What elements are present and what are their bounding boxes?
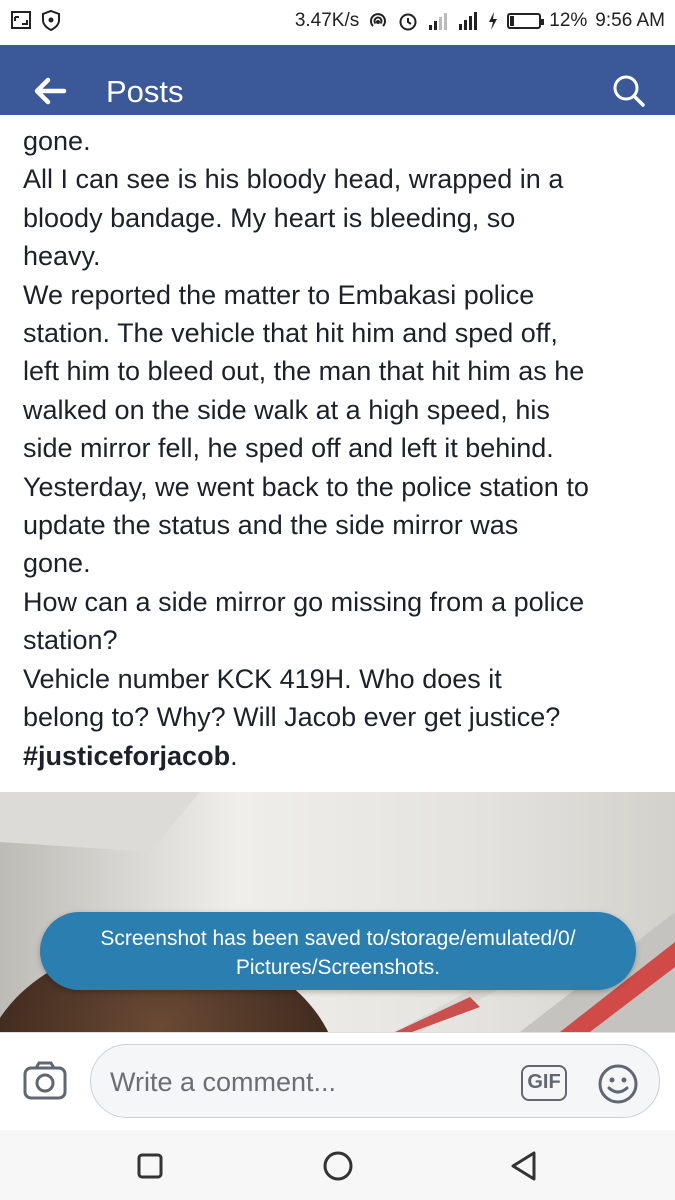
hashtag-suffix: . [230,740,238,771]
toast-line-2: Pictures/Screenshots. [235,956,441,979]
recent-apps-icon [137,1153,163,1179]
battery-percent: 12% [549,10,588,31]
recent-apps-button[interactable] [132,1148,168,1184]
screenshot-icon [10,9,32,31]
status-time: 9:56 AM [595,10,665,31]
post-line: walked on the side walk at a high speed,… [23,394,550,425]
search-icon [613,75,645,107]
network-speed: 3.47K/s [294,10,360,31]
post-line: left him to bleed out, the man that hit … [23,356,585,387]
post-text-content: gone. All I can see is his bloody head, … [23,122,663,775]
charging-icon [487,10,499,32]
comment-bar: Write a comment... GIF [0,1032,675,1131]
post-line: belong to? Why? Will Jacob ever get just… [23,702,561,733]
status-bar: 3.47K/s 12% 9:56 AM [0,0,675,45]
post-body: gone. All I can see is his bloody head, … [0,115,675,785]
signal-icon [427,10,449,32]
emoji-icon [598,1064,638,1104]
toast-line-1: Screenshot has been saved to/storage/emu… [100,927,576,950]
page-title: Posts [106,74,184,109]
arrow-left-icon [34,77,67,105]
hashtag-link[interactable]: #justiceforjacob [23,741,230,771]
post-line: update the status and the side mirror wa… [23,510,519,541]
post-line: station? [23,625,118,656]
post-line: All I can see is his bloody head, wrappe… [23,164,564,195]
post-line: Vehicle number KCK 419H. Who does it [23,663,502,694]
back-icon [511,1151,536,1181]
system-nav-bar [0,1130,675,1200]
status-right: 3.47K/s 12% 9:56 AM [295,10,665,32]
search-button[interactable] [609,71,649,111]
home-icon [323,1151,353,1181]
post-line: side mirror fell, he sped off and left i… [23,433,554,464]
post-line: gone. [23,126,91,156]
comment-placeholder: Write a comment... [110,1067,337,1097]
nav-back-button[interactable] [506,1148,542,1184]
home-button[interactable] [320,1148,356,1184]
post-line: station. The vehicle that hit him and sp… [23,318,558,349]
post-line: bloody bandage. My heart is bleeding, so [23,202,516,233]
camera-button[interactable] [22,1060,68,1102]
post-hashtag-line: #justiceforjacob. [23,737,663,775]
post-line: We reported the matter to Embakasi polic… [23,279,535,310]
post-line: heavy. [23,241,101,272]
back-button[interactable] [30,71,70,111]
post-line: gone. [23,548,91,579]
camera-icon [23,1061,67,1100]
data-signal-icon [457,10,479,32]
hotspot-icon [367,10,389,32]
battery-icon [507,13,545,29]
gif-button[interactable]: GIF [521,1065,567,1101]
alarm-icon [397,10,419,32]
emoji-button[interactable] [597,1063,639,1105]
shield-icon [40,9,62,32]
status-left-icons [10,9,62,32]
screenshot-toast: Screenshot has been saved to/storage/emu… [40,912,636,990]
post-line: How can a side mirror go missing from a … [23,586,585,617]
comment-input[interactable]: Write a comment... GIF [90,1044,660,1118]
post-line: Yesterday, we went back to the police st… [23,471,589,502]
